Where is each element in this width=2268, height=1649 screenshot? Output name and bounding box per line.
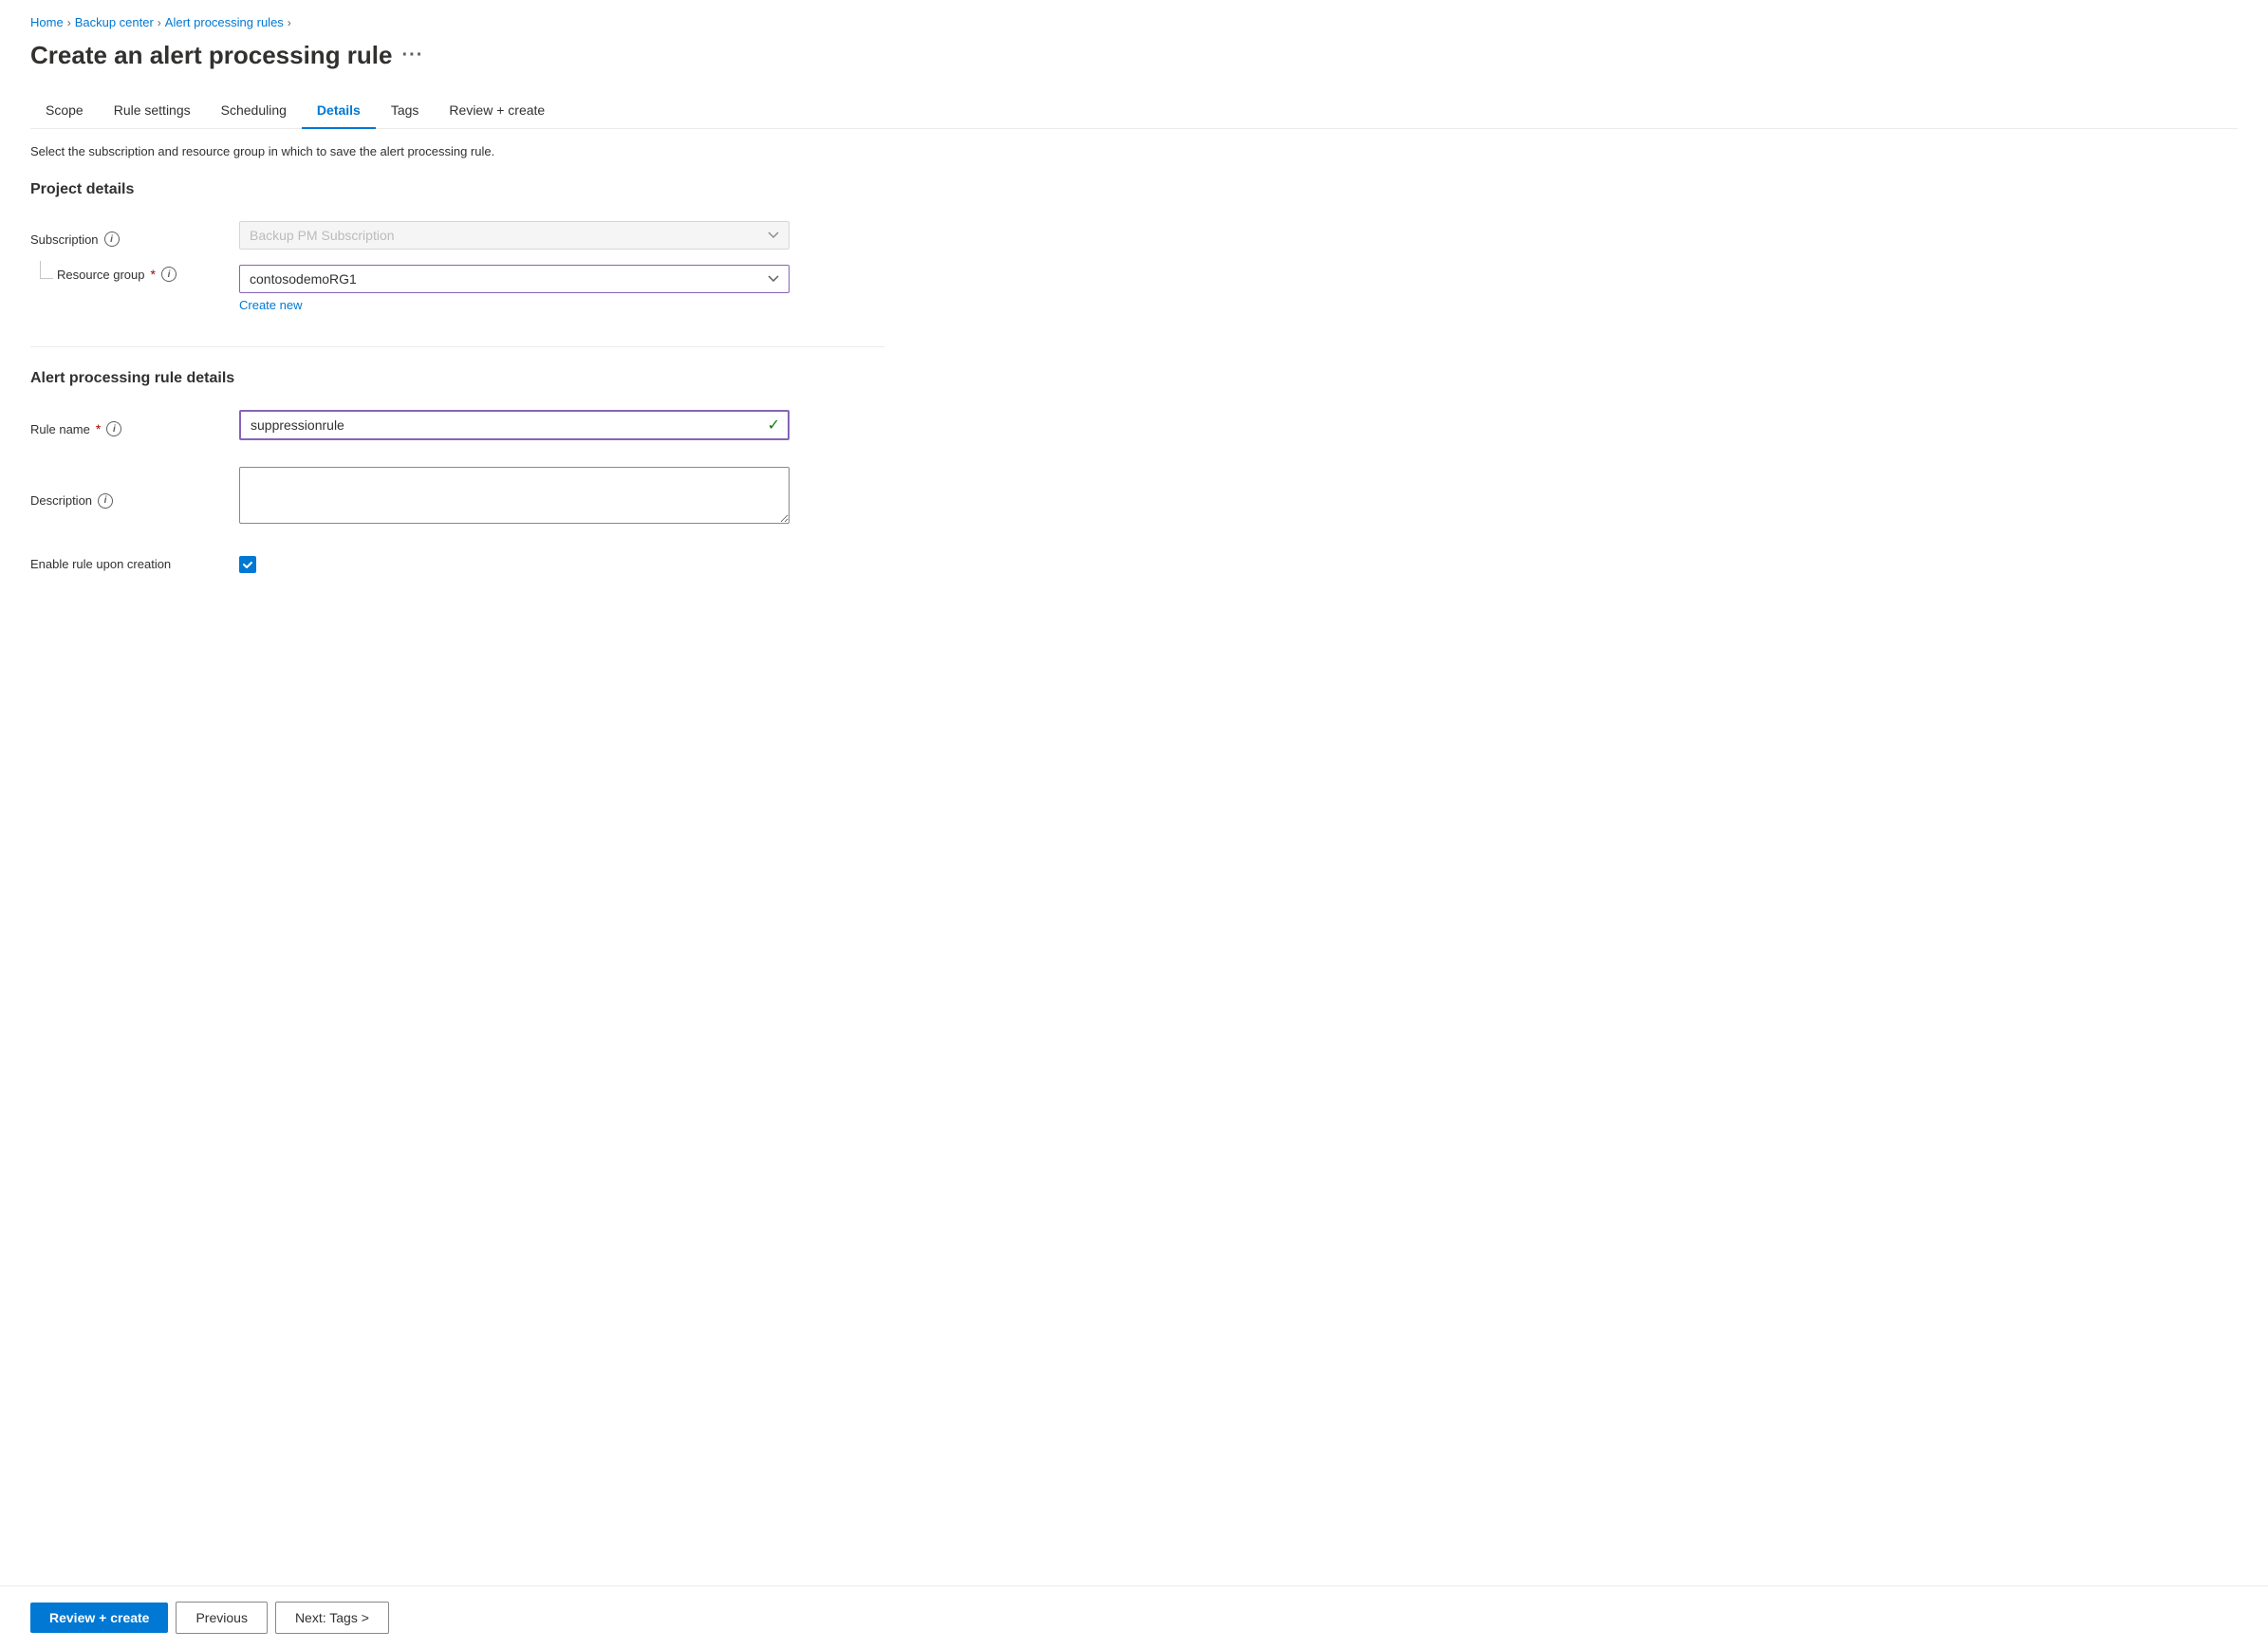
subscription-label: Subscription i (30, 224, 239, 254)
resource-group-label-cell: Resource group * i (30, 261, 239, 295)
breadcrumb-sep-3: › (288, 16, 291, 29)
description-wrapper (239, 467, 790, 527)
description-row: Description i (30, 463, 884, 538)
enable-rule-label: Enable rule upon creation (30, 549, 239, 579)
page-title: Create an alert processing rule (30, 41, 392, 70)
subscription-row: Subscription i Backup PM Subscription (30, 217, 884, 261)
tab-details[interactable]: Details (302, 93, 376, 129)
review-create-button[interactable]: Review + create (30, 1603, 168, 1633)
rule-name-valid-icon: ✓ (768, 416, 780, 435)
project-details-title: Project details (30, 181, 2238, 198)
breadcrumb-alert-rules[interactable]: Alert processing rules (165, 15, 284, 29)
tab-scope[interactable]: Scope (30, 93, 99, 129)
breadcrumb-home[interactable]: Home (30, 15, 64, 29)
tab-review-create[interactable]: Review + create (434, 93, 560, 129)
more-options-icon[interactable]: ··· (401, 45, 423, 66)
rule-name-info-icon[interactable]: i (106, 421, 121, 436)
breadcrumb: Home › Backup center › Alert processing … (30, 15, 2238, 29)
connector-block (30, 261, 57, 295)
resource-group-label: Resource group * i (57, 267, 177, 289)
rule-name-label: Rule name * i (30, 414, 239, 444)
tab-bar: Scope Rule settings Scheduling Details T… (30, 93, 2238, 129)
subscription-info-icon[interactable]: i (104, 232, 120, 247)
rule-name-row: Rule name * i ✓ (30, 406, 884, 452)
resource-group-field: contosodemoRG1 Create new (239, 261, 884, 324)
subscription-select[interactable]: Backup PM Subscription (239, 221, 790, 250)
description-field (239, 463, 884, 538)
rule-name-input[interactable] (239, 410, 790, 440)
checkmark-icon (242, 559, 253, 570)
rule-name-required: * (96, 421, 101, 436)
description-label: Description i (30, 486, 239, 516)
description-input[interactable] (239, 467, 790, 524)
tab-tags[interactable]: Tags (376, 93, 435, 129)
resource-group-row: Resource group * i contosodemoRG1 Create… (30, 261, 884, 324)
rule-details-title: Alert processing rule details (30, 370, 2238, 387)
breadcrumb-backup-center[interactable]: Backup center (75, 15, 154, 29)
breadcrumb-sep-2: › (158, 16, 161, 29)
previous-button[interactable]: Previous (176, 1602, 267, 1634)
enable-rule-checkbox[interactable] (239, 556, 256, 573)
footer: Review + create Previous Next: Tags > (0, 1585, 2268, 1649)
rule-name-field: ✓ (239, 406, 884, 452)
tab-scheduling[interactable]: Scheduling (206, 93, 302, 129)
subscription-field: Backup PM Subscription (239, 217, 884, 261)
enable-rule-checkbox-cell (239, 556, 884, 573)
next-tags-button[interactable]: Next: Tags > (275, 1602, 389, 1634)
resource-group-info-icon[interactable]: i (161, 267, 177, 282)
page-title-container: Create an alert processing rule ··· (30, 41, 2238, 70)
enable-rule-row: Enable rule upon creation (30, 549, 884, 579)
resource-group-select[interactable]: contosodemoRG1 (239, 265, 790, 293)
section-divider (30, 346, 884, 347)
tab-rule-settings[interactable]: Rule settings (99, 93, 206, 129)
create-new-link[interactable]: Create new (239, 298, 302, 312)
description-info-icon[interactable]: i (98, 493, 113, 509)
rule-name-input-wrapper: ✓ (239, 410, 790, 440)
breadcrumb-sep-1: › (67, 16, 71, 29)
tab-description: Select the subscription and resource gro… (30, 144, 2238, 158)
resource-group-required: * (151, 267, 156, 282)
